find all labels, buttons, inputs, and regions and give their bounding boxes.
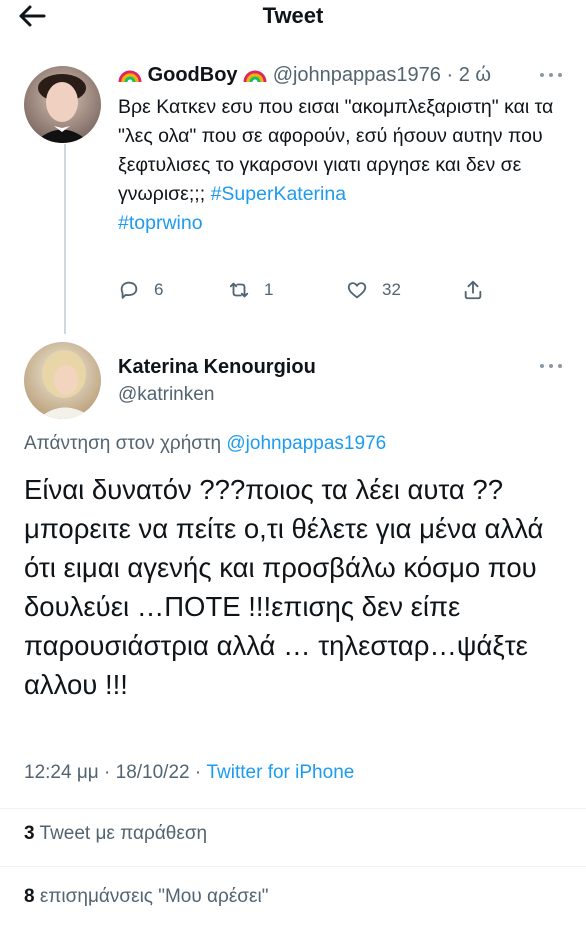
- retweet-icon: [229, 282, 249, 298]
- tweet-meta: 12:24 μμ · 18/10/22 · Twitter for iPhone: [24, 762, 354, 784]
- quote-count: 3: [24, 823, 35, 844]
- reply-icon: [120, 281, 138, 299]
- reply-timestamp[interactable]: 2 ώ: [459, 64, 491, 86]
- goodboy-handle[interactable]: @johnpappas1976: [273, 64, 441, 86]
- replying-to-handle[interactable]: @johnpappas1976: [226, 433, 386, 454]
- reply-more-button[interactable]: [538, 70, 568, 80]
- like-button[interactable]: 32: [346, 278, 401, 302]
- replying-prefix: Απάντηση στον χρήστη: [24, 433, 227, 454]
- katerina-display-name[interactable]: Katerina Kenourgiou: [118, 356, 316, 379]
- rainbow-emoji-icon: [238, 64, 273, 86]
- replying-to: Απάντηση στον χρήστη @johnpappas1976: [24, 433, 386, 455]
- like-icon: [347, 282, 367, 299]
- page-title: Tweet: [262, 3, 324, 28]
- main-tweet-text: Είναι δυνατόν ???ποιος τα λέει αυτα ?? μ…: [24, 474, 544, 700]
- goodboy-avatar-image: [24, 66, 101, 143]
- hashtag-superkaterina[interactable]: #SuperKaterina: [211, 183, 347, 205]
- rainbow-emoji-icon: [118, 64, 148, 86]
- katerina-avatar-image: [24, 342, 101, 419]
- tweet-time[interactable]: 12:24 μμ: [24, 762, 99, 783]
- share-button[interactable]: [462, 278, 484, 302]
- divider: [0, 866, 586, 867]
- quote-label: Tweet με παράθεση: [34, 823, 208, 844]
- katerina-avatar[interactable]: [24, 342, 101, 419]
- hashtag-toprwino[interactable]: #toprwino: [118, 212, 203, 234]
- divider: [0, 808, 586, 809]
- reply-tweet-text: Βρε Κατκεν εσυ που εισαι "ακομπλεξαριστη…: [118, 93, 558, 238]
- separator-dot: ·: [189, 762, 207, 783]
- retweet-button[interactable]: 1: [228, 278, 273, 302]
- goodboy-avatar[interactable]: [24, 66, 101, 143]
- tweet-date[interactable]: 18/10/22: [116, 762, 190, 783]
- goodboy-display-name[interactable]: GoodBoy: [148, 64, 238, 86]
- thread-line: [64, 144, 66, 334]
- katerina-handle[interactable]: @katrinken: [118, 384, 214, 406]
- retweet-count: 1: [264, 280, 274, 299]
- separator-dot: ·: [440, 64, 459, 86]
- likes-label: επισημάνσεις "Μου αρέσει": [34, 886, 269, 907]
- separator-dot: ·: [98, 762, 116, 783]
- share-icon: [464, 280, 482, 300]
- likes-count: 8: [24, 886, 35, 907]
- likes-stat[interactable]: 8 επισημάνσεις "Μου αρέσει": [24, 886, 268, 908]
- reply-count: 6: [154, 280, 164, 299]
- quote-tweets-stat[interactable]: 3 Tweet με παράθεση: [24, 823, 207, 845]
- reply-button[interactable]: 6: [118, 278, 163, 302]
- top-bar: Tweet: [0, 0, 586, 34]
- main-more-button[interactable]: [538, 361, 568, 371]
- tweet-source[interactable]: Twitter for iPhone: [206, 762, 354, 783]
- goodboy-name-line: GoodBoy @johnpappas1976 · 2 ώ: [118, 63, 491, 87]
- like-count: 32: [382, 280, 401, 299]
